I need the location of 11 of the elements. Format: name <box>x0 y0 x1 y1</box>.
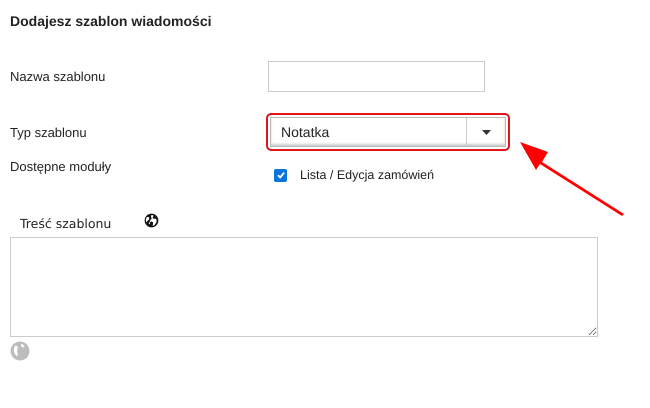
form-title: Dodajesz szablon wiadomości <box>10 13 212 31</box>
name-input[interactable] <box>268 60 485 92</box>
type-select[interactable]: Notatka <box>270 117 506 147</box>
field-label: Typ szablonu <box>10 124 88 140</box>
field-label: Treść szablonu <box>20 216 112 231</box>
caret-icon <box>482 130 490 134</box>
checkbox[interactable] <box>274 168 287 182</box>
checkbox-label: Lista / Edycja zamówień <box>300 168 434 182</box>
field-label: Nazwa szablonu <box>10 68 106 84</box>
content-textarea[interactable] <box>10 237 598 337</box>
field-label: Dostępne moduły <box>10 159 112 174</box>
